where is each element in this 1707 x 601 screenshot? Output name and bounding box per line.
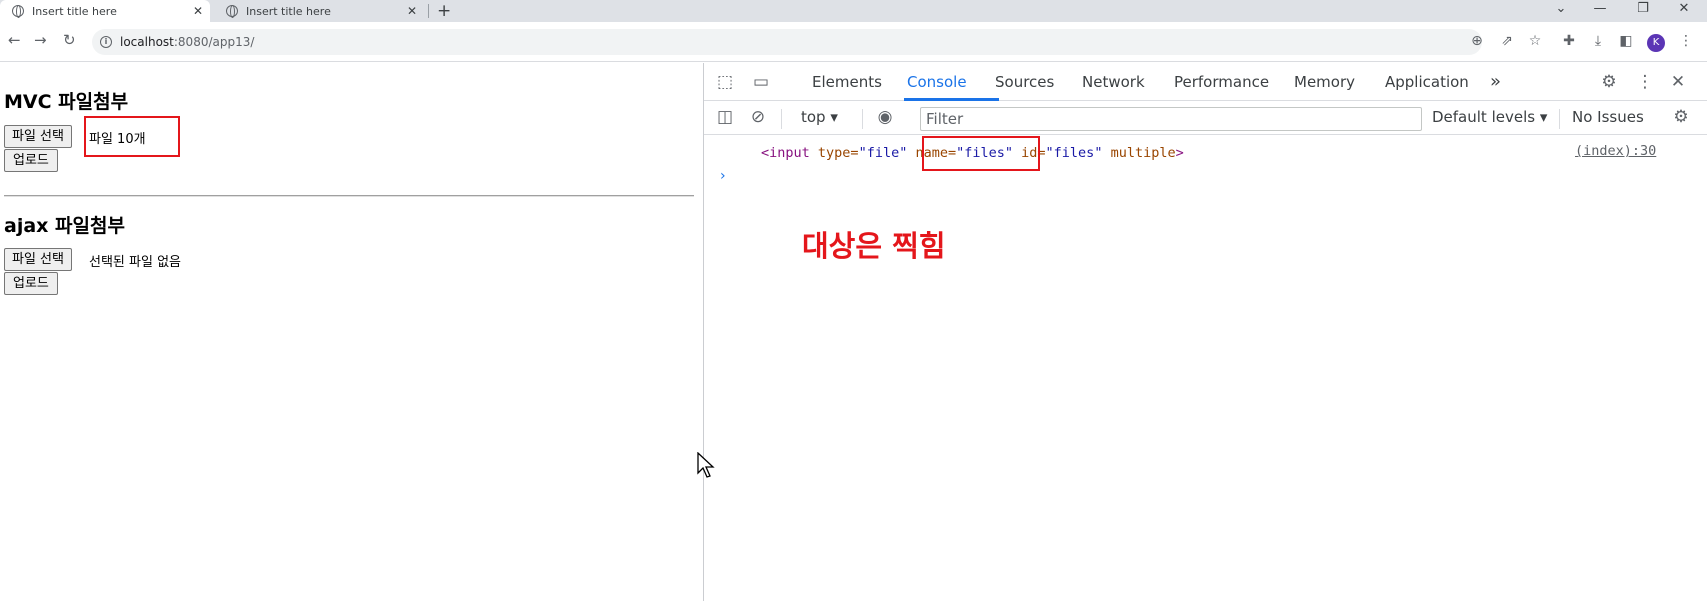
back-arrow-icon[interactable]: ← [8, 31, 21, 49]
tab-sources[interactable]: Sources [995, 63, 1054, 101]
close-tab-icon[interactable]: ✕ [190, 4, 206, 18]
tab-elements[interactable]: Elements [812, 63, 882, 101]
customize-menu-icon[interactable]: ⋮ [1634, 72, 1656, 92]
section-divider [4, 195, 694, 197]
url-text[interactable]: localhost:8080/app13/ [120, 35, 254, 49]
profile-avatar[interactable]: K [1647, 34, 1665, 52]
share-icon[interactable]: ⇗ [1498, 33, 1516, 49]
devtools-panel: ⬚ ▭ Elements Console Sources Network Per… [703, 63, 1707, 601]
mvc-upload-button[interactable]: 업로드 [4, 149, 58, 172]
close-devtools-icon[interactable]: ✕ [1667, 72, 1689, 92]
zoom-icon[interactable]: ⊕ [1468, 33, 1486, 49]
annotation-text: 대상은 찍힘 [802, 229, 946, 263]
tab-search-chevron-icon[interactable]: ⌄ [1541, 0, 1581, 22]
browser-tab-1[interactable]: Insert title here ✕ [0, 0, 210, 22]
download-icon[interactable]: ⤓ [1589, 33, 1607, 49]
tab-network[interactable]: Network [1082, 63, 1145, 101]
device-toolbar-icon[interactable]: ▭ [750, 72, 772, 92]
tab-strip: Insert title here ✕ Insert title here ✕ … [0, 0, 1707, 22]
browser-toolbar: ← → ↻ i localhost:8080/app13/ ⊕ ⇗ ☆ ✚ ⤓ … [0, 22, 1707, 62]
globe-icon [226, 5, 238, 18]
address-bar[interactable]: i localhost:8080/app13/ [92, 29, 1482, 55]
context-selector[interactable]: top ▾ [801, 108, 838, 126]
more-tabs-icon[interactable]: » [1490, 63, 1501, 101]
highlight-box-file-count [84, 116, 180, 157]
console-filter-input[interactable]: Filter [920, 107, 1422, 131]
mvc-file-select-button[interactable]: 파일 선택 [4, 125, 72, 148]
tab-performance[interactable]: Performance [1174, 63, 1269, 101]
log-levels-dropdown[interactable]: Default levels ▾ [1432, 108, 1547, 126]
globe-icon [12, 5, 24, 18]
side-panel-icon[interactable]: ◧ [1617, 33, 1635, 49]
ajax-file-select-button[interactable]: 파일 선택 [4, 248, 72, 271]
close-tab-icon[interactable]: ✕ [404, 4, 420, 18]
ajax-section-title: ajax 파일첨부 [4, 215, 125, 237]
devtools-tab-bar: ⬚ ▭ Elements Console Sources Network Per… [704, 63, 1707, 101]
window-close-button[interactable]: ✕ [1664, 0, 1704, 22]
highlight-box-name-attr [922, 136, 1040, 171]
inspect-element-icon[interactable]: ⬚ [714, 72, 736, 92]
settings-gear-icon[interactable]: ⚙ [1598, 72, 1620, 92]
tab-separator [428, 4, 429, 18]
new-tab-button[interactable]: + [437, 1, 451, 21]
extensions-icon[interactable]: ✚ [1560, 33, 1578, 49]
ajax-upload-button[interactable]: 업로드 [4, 272, 58, 295]
issues-counter[interactable]: No Issues [1572, 108, 1644, 126]
sidebar-toggle-icon[interactable]: ◫ [714, 107, 736, 127]
tab-application[interactable]: Application [1385, 63, 1469, 101]
restore-button[interactable]: ❐ [1623, 0, 1663, 22]
console-toolbar: ◫ ⊘ top ▾ ◉ Filter Default levels ▾ No I… [704, 101, 1707, 135]
toolbar-divider [1559, 109, 1560, 129]
tab-title: Insert title here [246, 4, 331, 18]
site-info-icon[interactable]: i [100, 36, 112, 48]
tab-memory[interactable]: Memory [1294, 63, 1355, 101]
toolbar-divider [862, 109, 863, 129]
console-prompt-icon[interactable]: › [720, 168, 726, 184]
mvc-section-title: MVC 파일첨부 [4, 91, 129, 113]
forward-arrow-icon[interactable]: → [34, 31, 47, 49]
tab-console[interactable]: Console [907, 63, 967, 101]
toolbar-divider [781, 109, 782, 129]
live-expression-eye-icon[interactable]: ◉ [874, 107, 896, 127]
reload-icon[interactable]: ↻ [63, 31, 76, 49]
ajax-file-status: 선택된 파일 없음 [89, 255, 181, 270]
browser-tab-2[interactable]: Insert title here ✕ [214, 0, 424, 22]
minimize-button[interactable]: — [1580, 0, 1620, 22]
tab-title: Insert title here [32, 4, 117, 18]
more-menu-icon[interactable]: ⋮ [1677, 33, 1695, 49]
mouse-cursor-icon [697, 452, 715, 478]
clear-console-icon[interactable]: ⊘ [747, 107, 769, 127]
web-page: MVC 파일첨부 파일 선택 파일 10개 업로드 ajax 파일첨부 파일 선… [0, 63, 703, 601]
console-settings-gear-icon[interactable]: ⚙ [1670, 107, 1692, 127]
bookmark-star-icon[interactable]: ☆ [1526, 33, 1544, 49]
console-source-link[interactable]: (index):30 [1575, 143, 1656, 159]
